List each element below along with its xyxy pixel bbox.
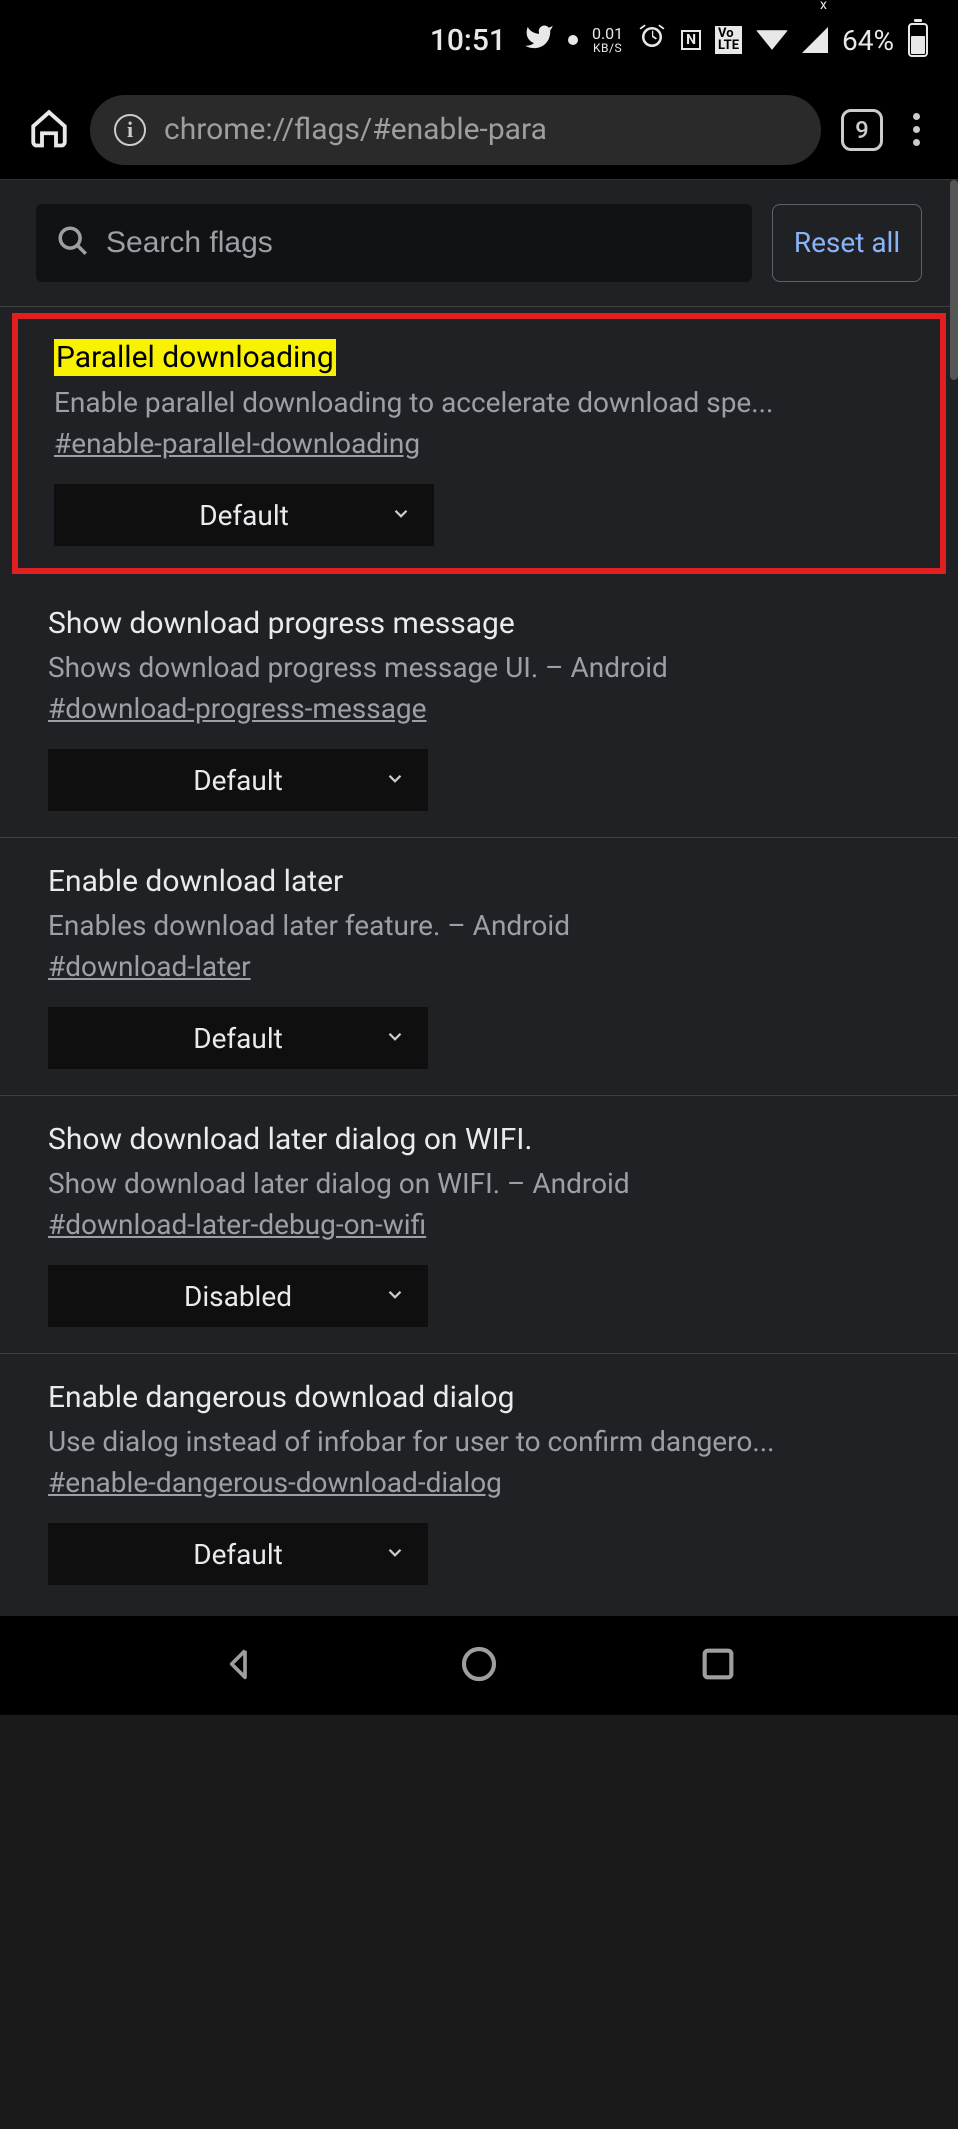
browser-toolbar: i chrome://flags/#enable-para 9 (0, 80, 958, 180)
flag-title: Parallel downloading (54, 339, 336, 376)
network-speed: 0.01 KB/S (592, 26, 623, 54)
flag-title: Show download later dialog on WIFI. (48, 1122, 532, 1157)
battery-icon (908, 23, 928, 57)
chevron-down-icon (384, 1538, 406, 1571)
status-bar: 10:51 0.01 KB/S N VoLTE 64% (0, 0, 958, 80)
chevron-down-icon (390, 499, 412, 532)
flag-select[interactable]: Default (48, 1007, 428, 1069)
volte-icon: VoLTE (715, 26, 742, 53)
flag-description: Enable parallel downloading to accelerat… (54, 386, 904, 419)
status-time: 10:51 (430, 23, 506, 58)
flag-hash-link[interactable]: #enable-dangerous-download-dialog (48, 1466, 502, 1499)
tab-switcher[interactable]: 9 (841, 109, 883, 151)
home-icon[interactable] (28, 107, 70, 153)
flag-select-value: Disabled (184, 1280, 292, 1313)
chevron-down-icon (384, 1280, 406, 1313)
flag-hash-link[interactable]: #enable-parallel-downloading (54, 427, 420, 460)
notification-dot-icon (568, 35, 578, 45)
flag-title: Enable download later (48, 864, 343, 899)
back-icon[interactable] (220, 1644, 260, 1688)
flag-select-value: Default (193, 1022, 283, 1055)
flag-description: Shows download progress message UI. – An… (48, 651, 910, 684)
flag-item-download-later: Enable download later Enables download l… (0, 838, 958, 1096)
alarm-icon (637, 22, 667, 59)
signal-icon (802, 27, 828, 53)
flag-hash-link[interactable]: #download-progress-message (48, 692, 427, 725)
flag-select[interactable]: Disabled (48, 1265, 428, 1327)
flag-list: Parallel downloading Enable parallel dow… (0, 313, 958, 1595)
flag-description: Enables download later feature. – Androi… (48, 909, 910, 942)
recents-icon[interactable] (698, 1644, 738, 1688)
flag-item-download-progress-message: Show download progress message Shows dow… (0, 580, 958, 838)
flag-hash-link[interactable]: #download-later (48, 950, 251, 983)
flag-item-parallel-downloading: Parallel downloading Enable parallel dow… (12, 313, 946, 574)
search-icon (56, 224, 90, 262)
system-nav-bar (0, 1615, 958, 1715)
chevron-down-icon (384, 764, 406, 797)
flag-select-value: Default (199, 499, 289, 532)
battery-percent: 64% (842, 24, 894, 57)
flag-select[interactable]: Default (54, 484, 434, 546)
home-nav-icon[interactable] (459, 1644, 499, 1688)
scrollbar[interactable] (950, 180, 958, 380)
flag-title: Enable dangerous download dialog (48, 1380, 514, 1415)
flag-hash-link[interactable]: #download-later-debug-on-wifi (48, 1208, 426, 1241)
more-menu-icon[interactable] (903, 113, 930, 146)
flag-select-value: Default (193, 764, 283, 797)
nfc-icon: N (681, 30, 701, 50)
chevron-down-icon (384, 1022, 406, 1055)
search-input[interactable] (106, 226, 732, 260)
wifi-icon (756, 30, 788, 50)
flag-select[interactable]: Default (48, 1523, 428, 1585)
twitter-icon (524, 22, 554, 59)
reset-all-button[interactable]: Reset all (772, 204, 922, 282)
flag-title: Show download progress message (48, 606, 515, 641)
flag-item-download-later-wifi: Show download later dialog on WIFI. Show… (0, 1096, 958, 1354)
url-text: chrome://flags/#enable-para (164, 112, 547, 147)
search-row: Reset all (0, 180, 958, 307)
url-bar[interactable]: i chrome://flags/#enable-para (90, 95, 821, 165)
info-icon: i (114, 114, 146, 146)
flag-select-value: Default (193, 1538, 283, 1571)
flag-item-dangerous-download-dialog: Enable dangerous download dialog Use dia… (0, 1354, 958, 1595)
search-box[interactable] (36, 204, 752, 282)
flags-page: Reset all Parallel downloading Enable pa… (0, 180, 958, 1615)
flag-description: Show download later dialog on WIFI. – An… (48, 1167, 910, 1200)
flag-description: Use dialog instead of infobar for user t… (48, 1425, 910, 1458)
flag-select[interactable]: Default (48, 749, 428, 811)
